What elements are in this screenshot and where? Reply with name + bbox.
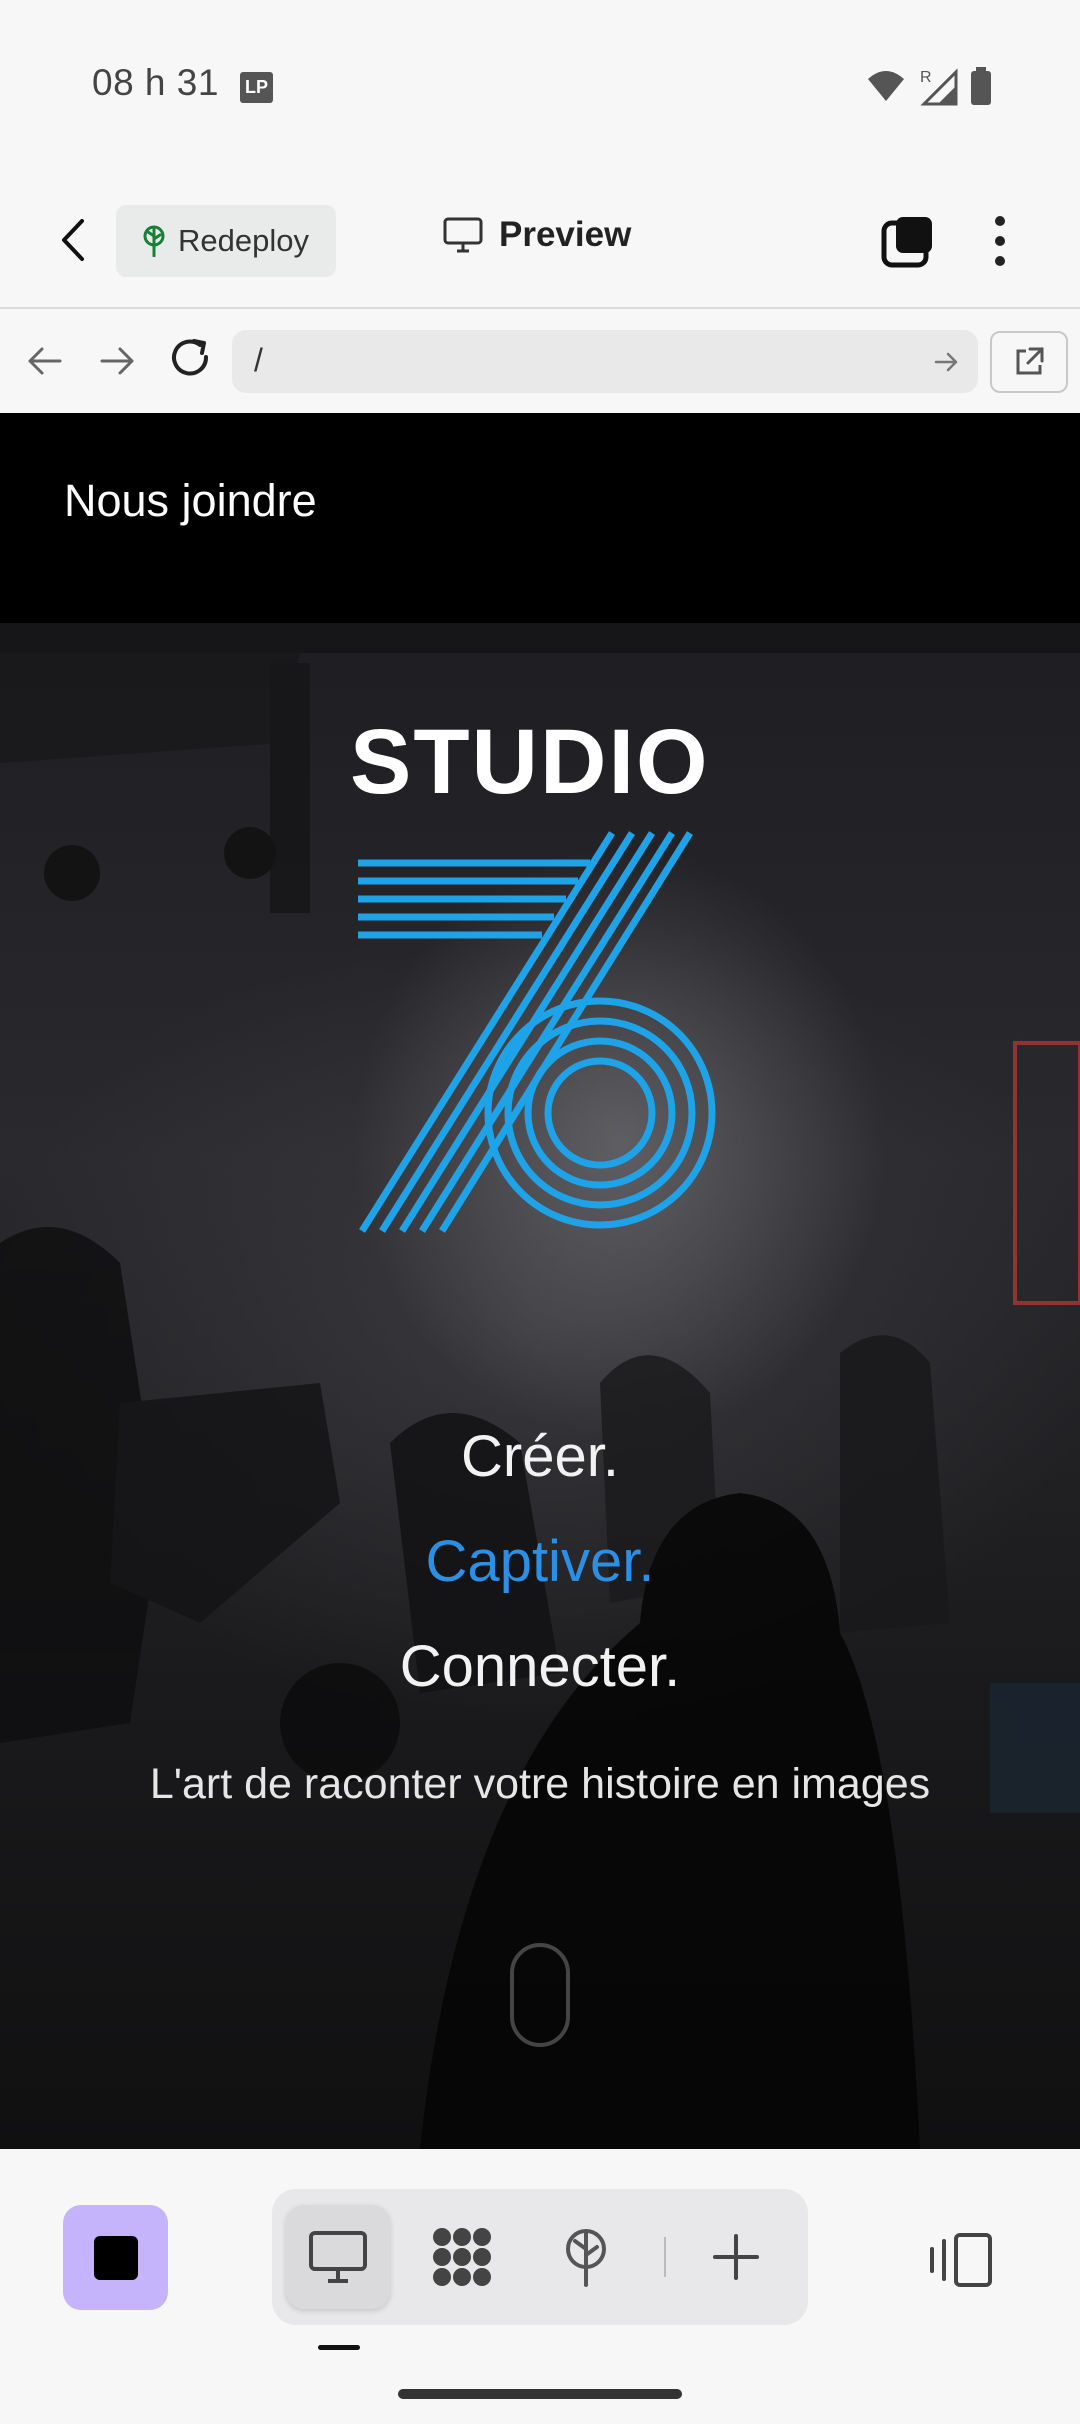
- deploy-tree-icon: [143, 225, 165, 257]
- tagline-captivate: Captiver.: [425, 1529, 655, 1594]
- app-toolbar: Redeploy Preview: [0, 175, 1080, 309]
- stop-icon: [93, 2235, 138, 2280]
- deploy-tree-icon: [566, 2229, 606, 2287]
- open-external-button[interactable]: [990, 331, 1068, 393]
- browser-forward-button[interactable]: [96, 339, 140, 388]
- svg-text:R: R: [920, 69, 932, 86]
- cell-signal-icon: R: [920, 68, 958, 106]
- back-button[interactable]: [52, 215, 96, 265]
- url-input[interactable]: /: [232, 330, 978, 393]
- more-vertical-icon: [995, 216, 1005, 266]
- code-view-button[interactable]: [410, 2205, 514, 2309]
- web-preview: Nous joindre STUDIO Créer. Captiver. Con…: [0, 413, 1080, 2149]
- studio76-logo: STUDIO: [350, 723, 716, 1233]
- tabs-icon: [881, 217, 932, 268]
- split-view-icon: [930, 2233, 992, 2287]
- hero-subtitle: L'art de raconter votre histoire en imag…: [149, 1760, 931, 1808]
- home-indicator[interactable]: [398, 2389, 682, 2399]
- redeploy-label: Redeploy: [178, 223, 309, 258]
- status-icons: R: [866, 66, 992, 106]
- bottom-app-bar: [0, 2149, 1080, 2424]
- status-time: 08 h 31: [92, 62, 219, 103]
- add-button[interactable]: [684, 2205, 788, 2309]
- deploy-view-button[interactable]: [534, 2205, 638, 2309]
- preview-title[interactable]: Preview: [443, 215, 631, 255]
- reload-icon: [172, 339, 209, 376]
- plus-icon: [713, 2234, 759, 2280]
- arrow-left-icon: [28, 347, 62, 375]
- preview-view-button[interactable]: [286, 2205, 390, 2309]
- redeploy-button[interactable]: Redeploy: [116, 205, 336, 277]
- segment-divider: [664, 2237, 666, 2277]
- stop-button[interactable]: [63, 2205, 168, 2310]
- svg-text:STUDIO: STUDIO: [350, 723, 710, 813]
- url-text: /: [254, 342, 263, 378]
- active-tab-indicator: [318, 2345, 360, 2350]
- reload-button[interactable]: [168, 335, 214, 386]
- preview-label: Preview: [499, 215, 632, 254]
- site-header: Nous joindre: [0, 413, 1080, 623]
- monitor-icon: [309, 2231, 367, 2283]
- battery-icon: [971, 67, 991, 105]
- wifi-icon: [868, 71, 904, 101]
- external-link-icon: [1016, 347, 1044, 375]
- chevron-left-icon: [62, 219, 84, 261]
- more-menu-button[interactable]: [982, 211, 1018, 271]
- tagline-connect: Connecter.: [399, 1634, 681, 1699]
- nav-link-contact[interactable]: Nous joindre: [64, 475, 317, 527]
- grid-blob-icon: [433, 2228, 491, 2286]
- layout-toggle-button[interactable]: [926, 2225, 996, 2295]
- monitor-icon: [443, 217, 483, 253]
- arrow-right-icon: [100, 347, 134, 375]
- status-bar: 08 h 31 LP R: [0, 0, 1080, 175]
- scroll-down-indicator[interactable]: [510, 1943, 570, 2047]
- tabs-button[interactable]: [880, 213, 936, 269]
- lp-badge: LP: [240, 72, 273, 103]
- tagline-create: Créer.: [461, 1424, 619, 1489]
- browser-back-button[interactable]: [22, 339, 66, 388]
- view-switcher: [272, 2189, 808, 2325]
- go-arrow-icon[interactable]: [932, 348, 960, 376]
- hero-section: STUDIO Créer. Captiver. Connecter. L'art…: [0, 623, 1080, 2149]
- url-bar: /: [0, 309, 1080, 413]
